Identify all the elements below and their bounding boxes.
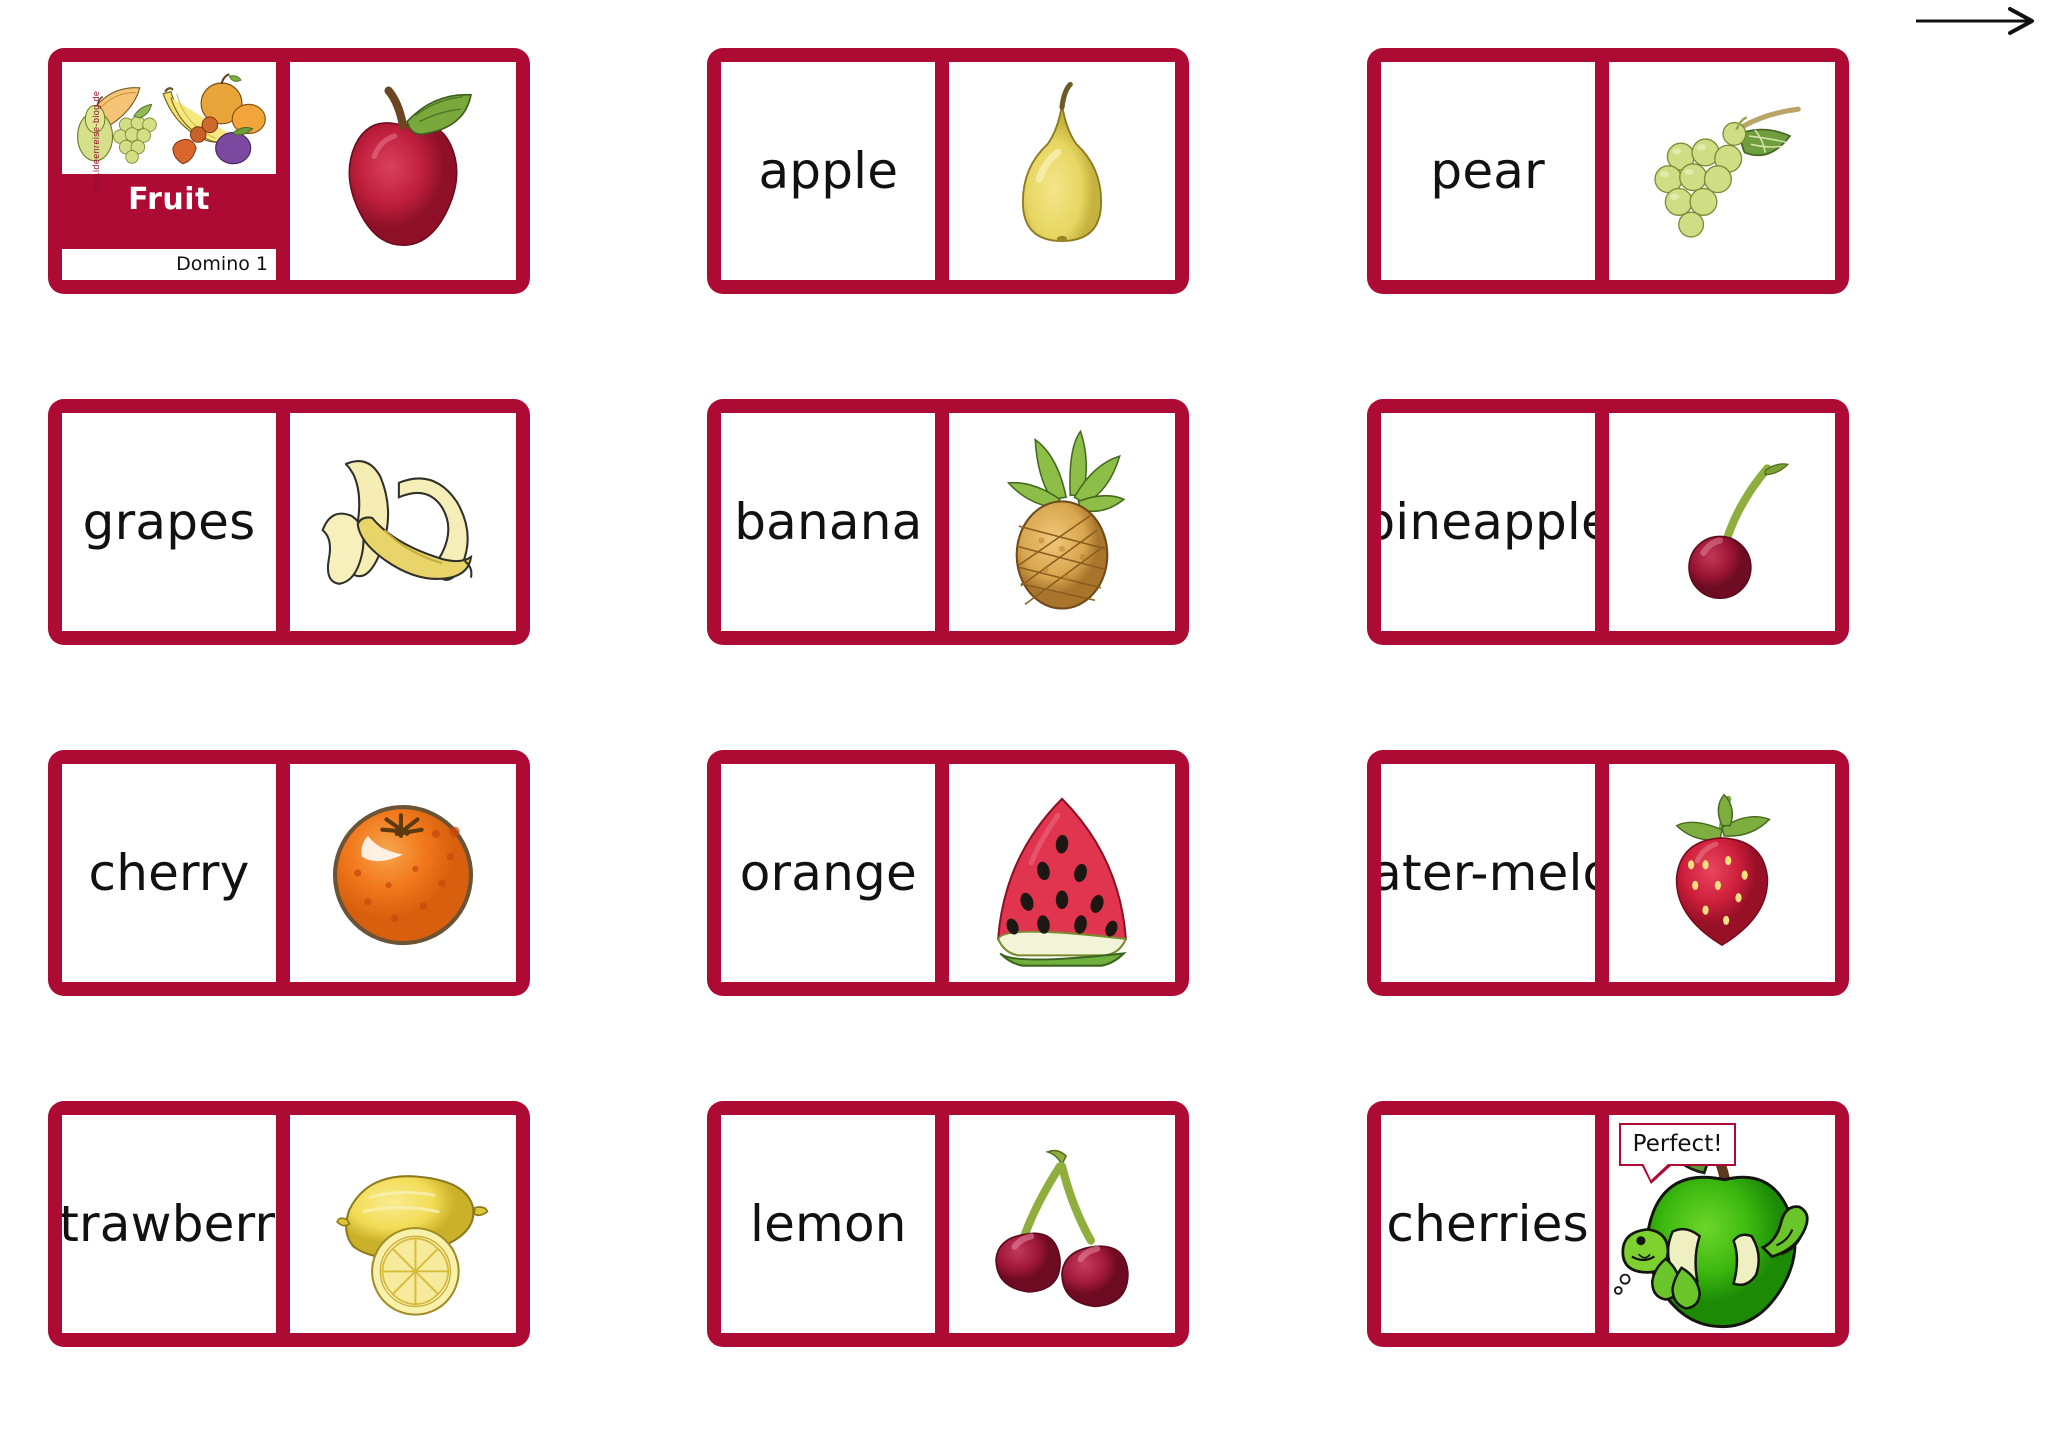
domino-card[interactable]: orange: [707, 750, 1190, 996]
domino-card[interactable]: grapes: [48, 399, 530, 645]
cherries-icon: [949, 1115, 1176, 1333]
domino-card[interactable]: apple: [707, 48, 1190, 294]
orange-icon: [290, 764, 516, 982]
word-label: cherries: [1380, 1115, 1595, 1333]
domino-card[interactable]: pear: [1366, 48, 1849, 294]
banana-icon: [290, 413, 516, 631]
domino-card[interactable]: banana: [707, 399, 1190, 645]
domino-card[interactable]: © www.ideenreise-blog.de Fruit Domino 1: [48, 48, 530, 294]
word-line-2: melon: [1488, 843, 1595, 902]
lemon-icon: [290, 1115, 516, 1333]
cherry-icon: [1608, 413, 1835, 631]
page-title: Fruit: [128, 182, 210, 217]
worksheet-page: © www.ideenreise-blog.de Fruit Domino 1 …: [0, 0, 2048, 1447]
pear-icon: [949, 62, 1176, 280]
assorted-fruit-icon: [62, 62, 276, 174]
word-line-1: water-: [1380, 843, 1489, 902]
word-label: pear: [1380, 62, 1595, 280]
word-label: banana: [721, 413, 936, 631]
grapes-icon: [1608, 62, 1835, 280]
domino-card[interactable]: lemon: [707, 1101, 1190, 1347]
domino-card[interactable]: cherry: [48, 750, 530, 996]
strawberry-icon: [1608, 764, 1835, 982]
watermelon-icon: [949, 764, 1176, 982]
word-label: grapes: [62, 413, 276, 631]
domino-card[interactable]: pineapple: [1366, 399, 1849, 645]
domino-card[interactable]: cherries Perfect!: [1366, 1101, 1849, 1347]
domino-card[interactable]: water- melon: [1366, 750, 1849, 996]
word-label: apple: [721, 62, 936, 280]
domino-card[interactable]: strawberry: [48, 1101, 530, 1347]
word-label: pineapple: [1380, 413, 1595, 631]
speech-bubble: Perfect!: [1618, 1123, 1737, 1184]
green-apple-with-worm-icon: Perfect!: [1608, 1115, 1835, 1333]
word-label: cherry: [62, 764, 276, 982]
page-subtitle: Domino 1: [62, 249, 276, 280]
red-apple-icon: [290, 62, 516, 280]
title-half: © www.ideenreise-blog.de Fruit Domino 1: [62, 62, 276, 280]
word-label: lemon: [721, 1115, 936, 1333]
domino-grid: © www.ideenreise-blog.de Fruit Domino 1 …: [48, 48, 2000, 1428]
pineapple-icon: [949, 413, 1176, 631]
word-label: strawberry: [62, 1115, 276, 1333]
word-label: water- melon: [1380, 764, 1595, 982]
word-label: orange: [721, 764, 936, 982]
next-page-arrow-icon: [1910, 4, 2040, 38]
